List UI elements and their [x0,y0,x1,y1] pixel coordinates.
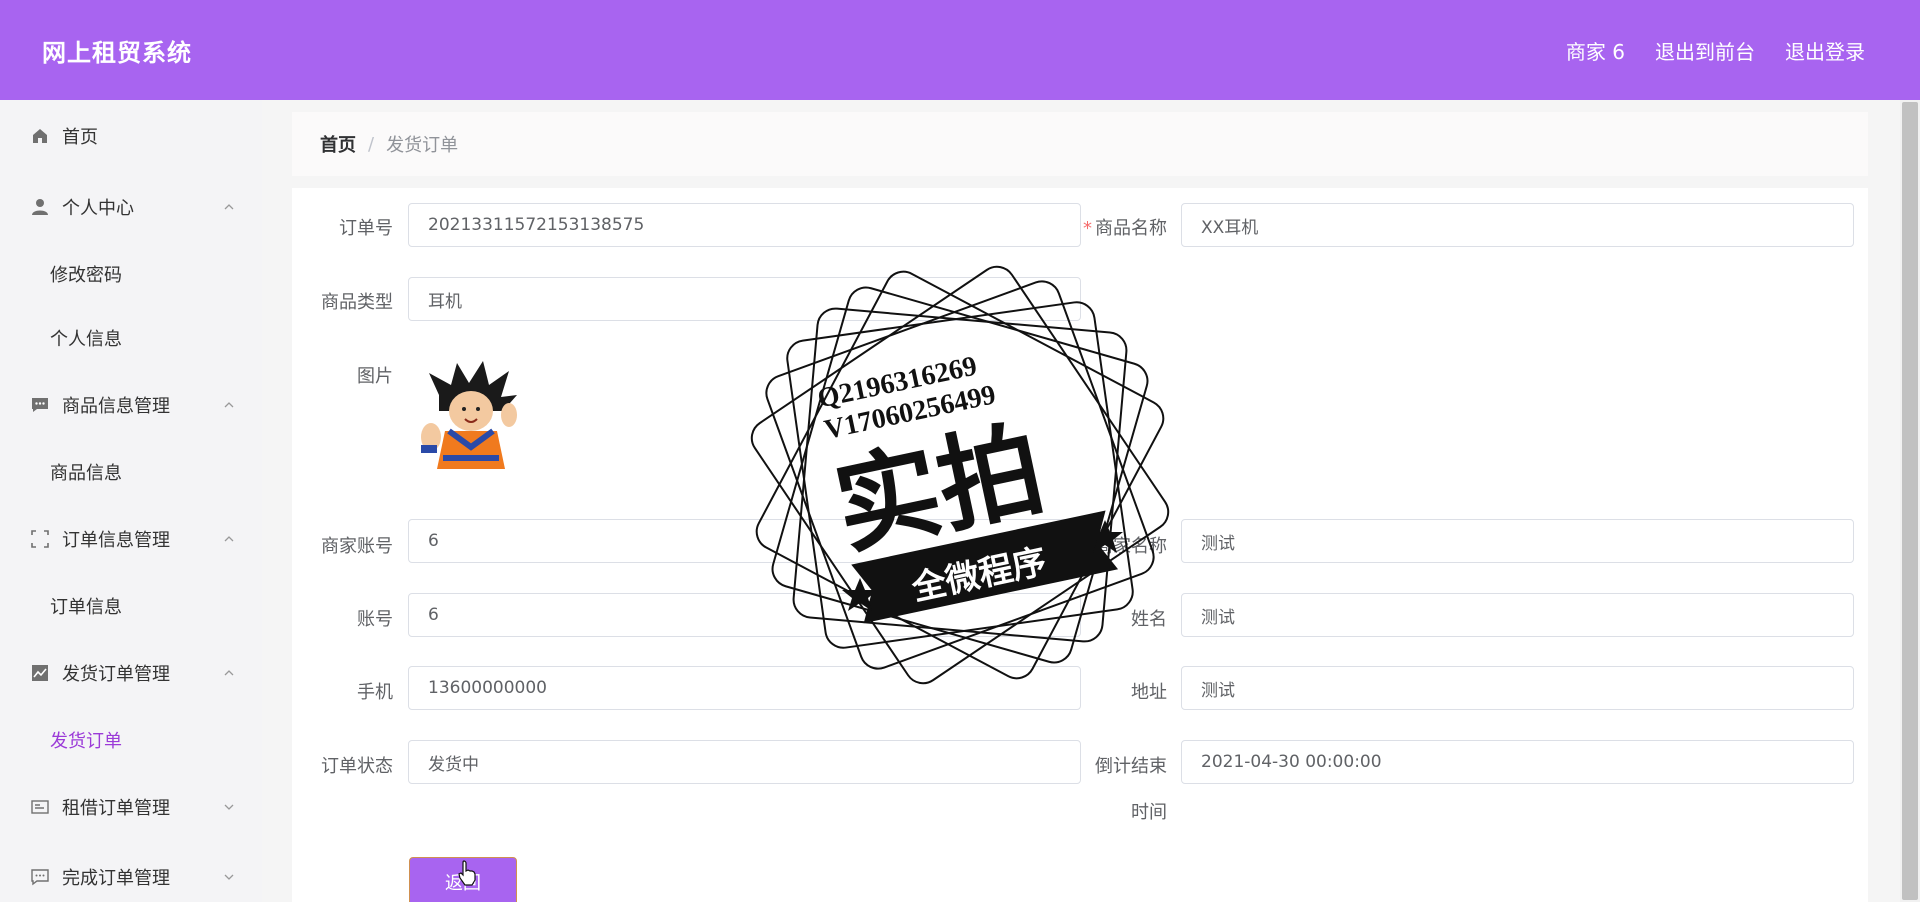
sidebar-item-label: 完成订单管理 [62,868,170,889]
logout-link[interactable]: 退出登录 [1785,36,1865,65]
sidebar-subitem-goods-info[interactable]: 商品信息 [0,440,262,504]
scrollbar-thumb[interactable] [1902,102,1918,900]
account-label: 账号 [357,609,393,630]
sidebar-item-goods-management[interactable]: 商品信息管理 [0,370,262,440]
mouse-cursor-icon [458,860,478,886]
account-field[interactable]: 6 [408,593,1081,637]
user-icon [30,197,50,217]
sidebar-subitem-order-info[interactable]: 订单信息 [0,574,262,638]
sidebar-item-order-management[interactable]: 订单信息管理 [0,504,262,574]
sidebar-item-label: 首页 [62,127,98,148]
exit-to-frontend-link[interactable]: 退出到前台 [1655,36,1755,65]
order-no-label: 订单号 [339,218,393,239]
address-field[interactable]: 测试 [1181,666,1854,710]
phone-field[interactable]: 13600000000 [408,666,1081,710]
sidebar-item-label: 订单信息管理 [62,530,170,551]
sidebar-item-shipping-management[interactable]: 发货订单管理 [0,638,262,708]
sidebar-item-label: 商品信息管理 [62,396,170,417]
sidebar: 首页 个人中心 修改密码 个人信息 商品信息管理 商品信息 订单信息管理 订单信… [0,100,262,902]
sidebar-subitem-personal-info[interactable]: 个人信息 [0,306,262,370]
sidebar-subitem-change-password[interactable]: 修改密码 [0,242,262,306]
chart-icon [30,663,50,683]
chevron-up-icon [222,532,236,546]
breadcrumb-home[interactable]: 首页 [320,131,356,157]
goods-image [409,355,533,475]
sidebar-item-personal-center[interactable]: 个人中心 [0,172,262,242]
goods-name-field[interactable]: XX耳机 [1181,203,1854,247]
merchant-user-link[interactable]: 商家 6 [1566,36,1625,65]
goods-type-field[interactable]: 耳机 [408,277,1081,321]
sidebar-item-label: 发货订单管理 [62,664,170,685]
phone-label: 手机 [357,682,393,703]
merchant-name-label: 商家名称 [1095,536,1167,557]
sidebar-item-home[interactable]: 首页 [0,100,262,172]
merchant-name-field[interactable]: 测试 [1181,519,1854,563]
chevron-up-icon [222,398,236,412]
name-label: 姓名 [1131,609,1167,630]
sidebar-item-rental-management[interactable]: 租借订单管理 [0,772,262,842]
goods-name-label: * 商品名称 [1083,218,1167,239]
order-status-label: 订单状态 [321,756,393,777]
breadcrumb-current: 发货订单 [386,135,459,156]
merchant-account-field[interactable]: 6 [408,519,1081,563]
app-title: 网上租贸系统 [42,38,192,67]
frame-icon [30,529,50,549]
breadcrumb: 首页 / 发货订单 [292,112,1868,176]
chevron-down-icon [222,800,236,814]
sidebar-subitem-shipping-order[interactable]: 发货订单 [0,708,262,772]
card-icon [30,797,50,817]
home-icon [30,126,50,146]
page-scrollbar[interactable] [1900,100,1920,902]
message-icon [30,867,50,887]
countdown-field[interactable]: 2021-04-30 00:00:00 [1181,740,1854,784]
order-no-field[interactable]: 20213311572153138575 [408,203,1081,247]
goods-type-label: 商品类型 [321,292,393,313]
top-header: 网上租贸系统 商家 6 退出到前台 退出登录 [0,0,1920,100]
image-label: 图片 [357,366,393,387]
chevron-down-icon [222,870,236,884]
sidebar-item-label: 租借订单管理 [62,798,170,819]
chat-icon [30,395,50,415]
sidebar-item-complete-management[interactable]: 完成订单管理 [0,842,262,902]
merchant-account-label: 商家账号 [321,536,393,557]
address-label: 地址 [1131,682,1167,703]
order-status-field[interactable]: 发货中 [408,740,1081,784]
breadcrumb-separator: / [368,133,375,155]
header-nav: 商家 6 退出到前台 退出登录 [1566,36,1865,65]
chevron-up-icon [222,666,236,680]
name-field[interactable]: 测试 [1181,593,1854,637]
sidebar-item-label: 个人中心 [62,198,134,219]
chevron-up-icon [222,200,236,214]
countdown-label: 倒计结束 时间 [1095,756,1167,823]
